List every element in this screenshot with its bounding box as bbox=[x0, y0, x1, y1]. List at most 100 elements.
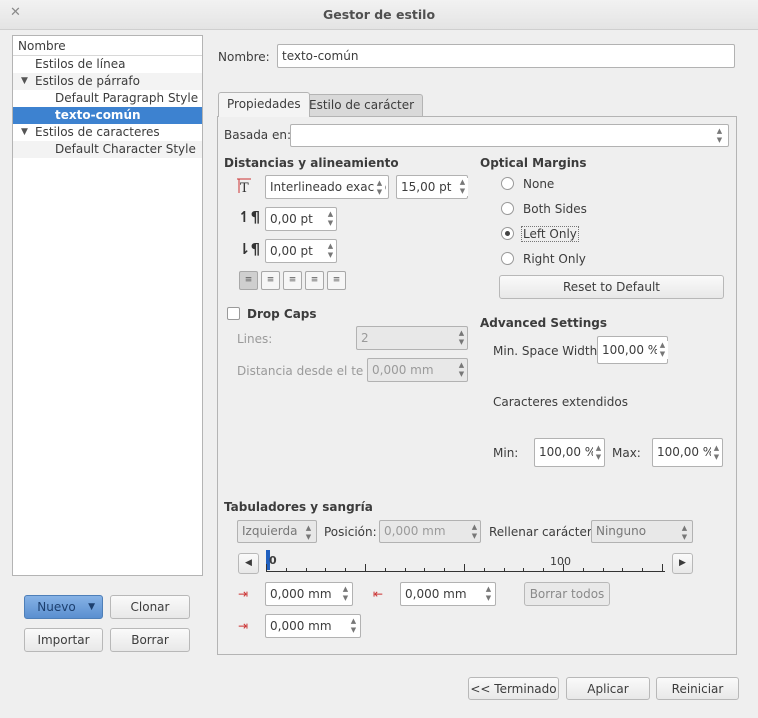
ruler-tick bbox=[266, 564, 267, 572]
dropdown-arrow-icon: ▼ bbox=[88, 602, 95, 612]
radio-right-only-label: Right Only bbox=[523, 252, 586, 266]
importar-button[interactable]: Importar bbox=[24, 628, 103, 652]
spin-icon[interactable]: ▲ ▼ bbox=[469, 523, 480, 541]
radio-left-only[interactable] bbox=[501, 227, 514, 240]
tab-estilo-caracter[interactable]: Estilo de carácter bbox=[300, 94, 424, 116]
first-line-indent-icon: ⇥ bbox=[238, 587, 249, 601]
ruler-tick bbox=[563, 564, 564, 572]
style-tree[interactable]: Nombre Estilos de línea ▼ Estilos de párr… bbox=[12, 35, 203, 576]
spin-icon[interactable]: ▲ ▼ bbox=[325, 242, 336, 260]
tree-item-estilos-caracteres[interactable]: ▼ Estilos de caracteres bbox=[13, 124, 202, 141]
ruler-tick bbox=[543, 568, 545, 572]
tree-item-label: Default Character Style bbox=[55, 142, 196, 156]
select-arrows-icon: ▲ ▼ bbox=[305, 524, 312, 541]
window-title: Gestor de estilo bbox=[322, 7, 436, 22]
right-indent-input[interactable]: 0,000 mm bbox=[400, 582, 496, 606]
align-center-icon[interactable]: ≡ bbox=[261, 271, 280, 290]
tree-item-texto-comun[interactable]: texto-común bbox=[13, 107, 202, 124]
align-left-icon[interactable]: ≡ bbox=[239, 271, 258, 290]
drop-caps-label: Drop Caps bbox=[247, 307, 317, 321]
spin-icon[interactable]: ▲ ▼ bbox=[456, 329, 467, 347]
lines-label: Lines: bbox=[237, 332, 273, 346]
space-below-icon: ⇂¶ bbox=[238, 240, 261, 258]
nuevo-button[interactable]: Nuevo ▼ bbox=[24, 595, 103, 619]
reset-to-default-button[interactable]: Reset to Default bbox=[499, 275, 724, 299]
distances-title: Distancias y alineamiento bbox=[224, 156, 399, 170]
nuevo-label: Nuevo bbox=[37, 600, 76, 614]
ruler-left-arrow-icon[interactable]: ◀ bbox=[238, 553, 259, 574]
expander-down-icon[interactable]: ▼ bbox=[21, 124, 28, 141]
lines-input[interactable]: 2 bbox=[356, 326, 468, 350]
ruler-mid-label: 100 bbox=[550, 555, 571, 568]
tree-item-default-character[interactable]: Default Character Style bbox=[13, 141, 202, 158]
position-input[interactable]: 0,000 mm bbox=[379, 520, 481, 543]
distance-input[interactable]: 0,000 mm bbox=[367, 358, 468, 382]
spin-icon[interactable]: ▲ ▼ bbox=[593, 444, 604, 462]
ruler-tick bbox=[345, 568, 347, 572]
spin-icon[interactable]: ▲ ▼ bbox=[711, 444, 722, 462]
tree-item-label: Estilos de línea bbox=[35, 57, 126, 71]
extended-chars-label: Caracteres extendidos bbox=[493, 395, 628, 409]
space-above-icon: ↿¶ bbox=[238, 208, 261, 226]
drop-caps-checkbox[interactable] bbox=[227, 307, 240, 320]
ruler-tick bbox=[483, 568, 485, 572]
ruler-tick bbox=[325, 568, 327, 572]
tree-item-estilos-linea[interactable]: Estilos de línea bbox=[13, 56, 202, 73]
expander-down-icon[interactable]: ▼ bbox=[21, 73, 28, 90]
ruler-tick bbox=[464, 564, 465, 572]
clear-all-tabs-button[interactable]: Borrar todos bbox=[524, 582, 610, 606]
radio-none[interactable] bbox=[501, 177, 514, 190]
left-indent-input[interactable]: 0,000 mm bbox=[265, 614, 361, 638]
ruler-tick bbox=[424, 568, 426, 572]
min-space-label: Min. Space Width: bbox=[493, 344, 602, 358]
spin-icon[interactable]: ▲ ▼ bbox=[457, 178, 468, 196]
tree-item-label: Estilos de párrafo bbox=[35, 74, 140, 88]
select-arrows-icon: ▲ ▼ bbox=[374, 179, 385, 197]
tree-item-default-paragraph[interactable]: Default Paragraph Style bbox=[13, 90, 202, 107]
ruler-tick bbox=[582, 568, 584, 572]
spin-icon[interactable]: ▲ ▼ bbox=[657, 341, 668, 359]
ruler-right-arrow-icon[interactable]: ▶ bbox=[672, 553, 693, 574]
fill-char-label: Rellenar carácter: bbox=[489, 525, 596, 539]
line-spacing-mode-select[interactable]: Interlineado exacto bbox=[265, 175, 389, 199]
align-justify-icon[interactable]: ≡ bbox=[305, 271, 324, 290]
ruler-tick bbox=[444, 568, 446, 572]
tabs-indent-title: Tabuladores y sangría bbox=[224, 500, 373, 514]
clonar-button[interactable]: Clonar bbox=[110, 595, 190, 619]
radio-right-only[interactable] bbox=[501, 252, 514, 265]
ruler-tick bbox=[285, 568, 287, 572]
ruler-tick bbox=[384, 568, 386, 572]
align-right-icon[interactable]: ≡ bbox=[283, 271, 302, 290]
spin-icon[interactable]: ▲ ▼ bbox=[340, 585, 351, 603]
fill-char-select[interactable]: Ninguno bbox=[591, 520, 693, 543]
tab-propiedades[interactable]: Propiedades bbox=[218, 92, 310, 117]
spin-icon[interactable]: ▲ ▼ bbox=[348, 617, 359, 635]
ruler-tick bbox=[523, 568, 525, 572]
align-forced-icon[interactable]: ≡ bbox=[327, 271, 346, 290]
borrar-button[interactable]: Borrar bbox=[110, 628, 190, 652]
radio-left-only-label: Left Only bbox=[521, 226, 579, 242]
reset-button[interactable]: Reiniciar bbox=[656, 677, 739, 700]
radio-both-sides[interactable] bbox=[501, 202, 514, 215]
spin-icon[interactable]: ▲ ▼ bbox=[483, 585, 494, 603]
right-indent-icon: ⇤ bbox=[373, 587, 384, 601]
spin-icon[interactable]: ▲ ▼ bbox=[325, 210, 336, 228]
ruler-tick bbox=[305, 568, 307, 572]
radio-none-label: None bbox=[523, 177, 555, 191]
apply-button[interactable]: Aplicar bbox=[566, 677, 650, 700]
spin-icon[interactable]: ▲ ▼ bbox=[456, 361, 467, 379]
tree-item-estilos-parrafo[interactable]: ▼ Estilos de párrafo bbox=[13, 73, 202, 90]
ruler-tick bbox=[404, 568, 406, 572]
tab-ruler[interactable]: 0 100 bbox=[266, 548, 665, 574]
done-button[interactable]: << Terminado bbox=[468, 677, 559, 700]
advanced-settings-title: Advanced Settings bbox=[480, 316, 608, 330]
based-on-label: Basada en: bbox=[224, 128, 292, 142]
svg-text:T: T bbox=[240, 181, 249, 195]
tree-item-label: Default Paragraph Style bbox=[55, 91, 199, 105]
ruler-tick bbox=[365, 564, 366, 572]
select-arrows-icon: ▲ ▼ bbox=[681, 524, 688, 541]
radio-both-sides-label: Both Sides bbox=[523, 202, 587, 216]
based-on-select[interactable] bbox=[290, 124, 729, 147]
max-label: Max: bbox=[612, 446, 641, 460]
name-input[interactable]: texto-común bbox=[277, 44, 735, 68]
